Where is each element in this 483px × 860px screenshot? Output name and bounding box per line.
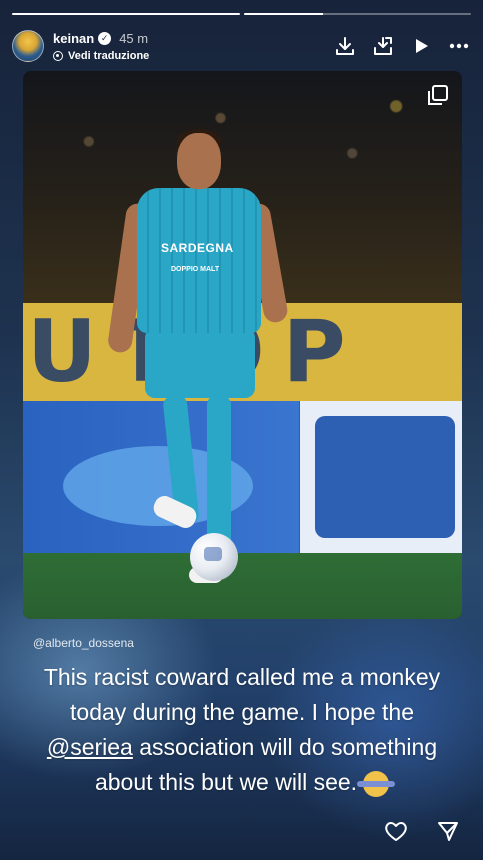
player-head	[177, 133, 221, 189]
story-meta: keinan ✓ 45 m Vedi traduzione	[53, 31, 149, 62]
avatar[interactable]	[12, 30, 44, 62]
shrug-emoji-icon	[357, 770, 396, 797]
post-time: 45 m	[119, 30, 149, 46]
translate-label: Vedi traduzione	[68, 49, 150, 62]
caption-line-4-text: about this but we will see.	[94, 769, 358, 795]
progress-segment-1	[12, 13, 240, 15]
caption-line-1: This racist coward called me a monkey	[43, 664, 441, 690]
translate-button[interactable]: Vedi traduzione	[53, 50, 149, 62]
progress-current	[243, 13, 324, 15]
story-progress	[12, 13, 471, 15]
post-image[interactable]: UTOP SARDEGNA DOPPIO MALT	[23, 71, 462, 619]
download-button[interactable]	[333, 34, 357, 58]
more-button[interactable]	[447, 34, 471, 58]
story-header: keinan ✓ 45 m Vedi traduzione	[12, 26, 471, 66]
caption-line-3-text: association will do something	[139, 734, 438, 760]
share-button[interactable]	[435, 818, 461, 844]
jersey-sponsor: SARDEGNA	[161, 241, 234, 255]
caption-line-4: about this but we will see.	[28, 765, 456, 800]
header-actions	[333, 34, 471, 58]
translate-icon	[53, 50, 63, 61]
ad-board-right-graphic	[315, 416, 455, 538]
caption-line-2: today during the game. I hope the	[70, 699, 414, 725]
multiple-photos-icon	[428, 85, 448, 105]
seriea-tag[interactable]: @seriea	[47, 734, 133, 760]
play-button[interactable]	[409, 34, 433, 58]
player-shorts	[145, 328, 255, 398]
caption-line-3: @seriea association will do something	[28, 730, 456, 765]
mention-tag[interactable]: @alberto_dossena	[33, 636, 134, 650]
add-to-story-button[interactable]	[371, 34, 395, 58]
send-icon	[438, 822, 458, 841]
story-caption: This racist coward called me a monkey to…	[28, 660, 456, 800]
play-icon	[416, 39, 428, 53]
download-icon	[336, 37, 354, 55]
story-footer	[383, 818, 461, 844]
progress-segment-2	[243, 13, 471, 15]
like-button[interactable]	[383, 818, 409, 844]
story-viewer: keinan ✓ 45 m Vedi traduzione SARDEGNA D…	[0, 0, 483, 860]
football	[190, 533, 238, 581]
add-to-story-icon	[374, 37, 392, 55]
username[interactable]: keinan	[53, 31, 94, 46]
heart-icon	[385, 822, 407, 841]
verified-badge-icon: ✓	[98, 31, 112, 45]
player-figure: SARDEGNA DOPPIO MALT	[106, 129, 290, 583]
player-shirt	[137, 188, 261, 333]
more-icon	[449, 43, 469, 49]
jersey-sponsor-2: DOPPIO MALT	[171, 266, 220, 273]
